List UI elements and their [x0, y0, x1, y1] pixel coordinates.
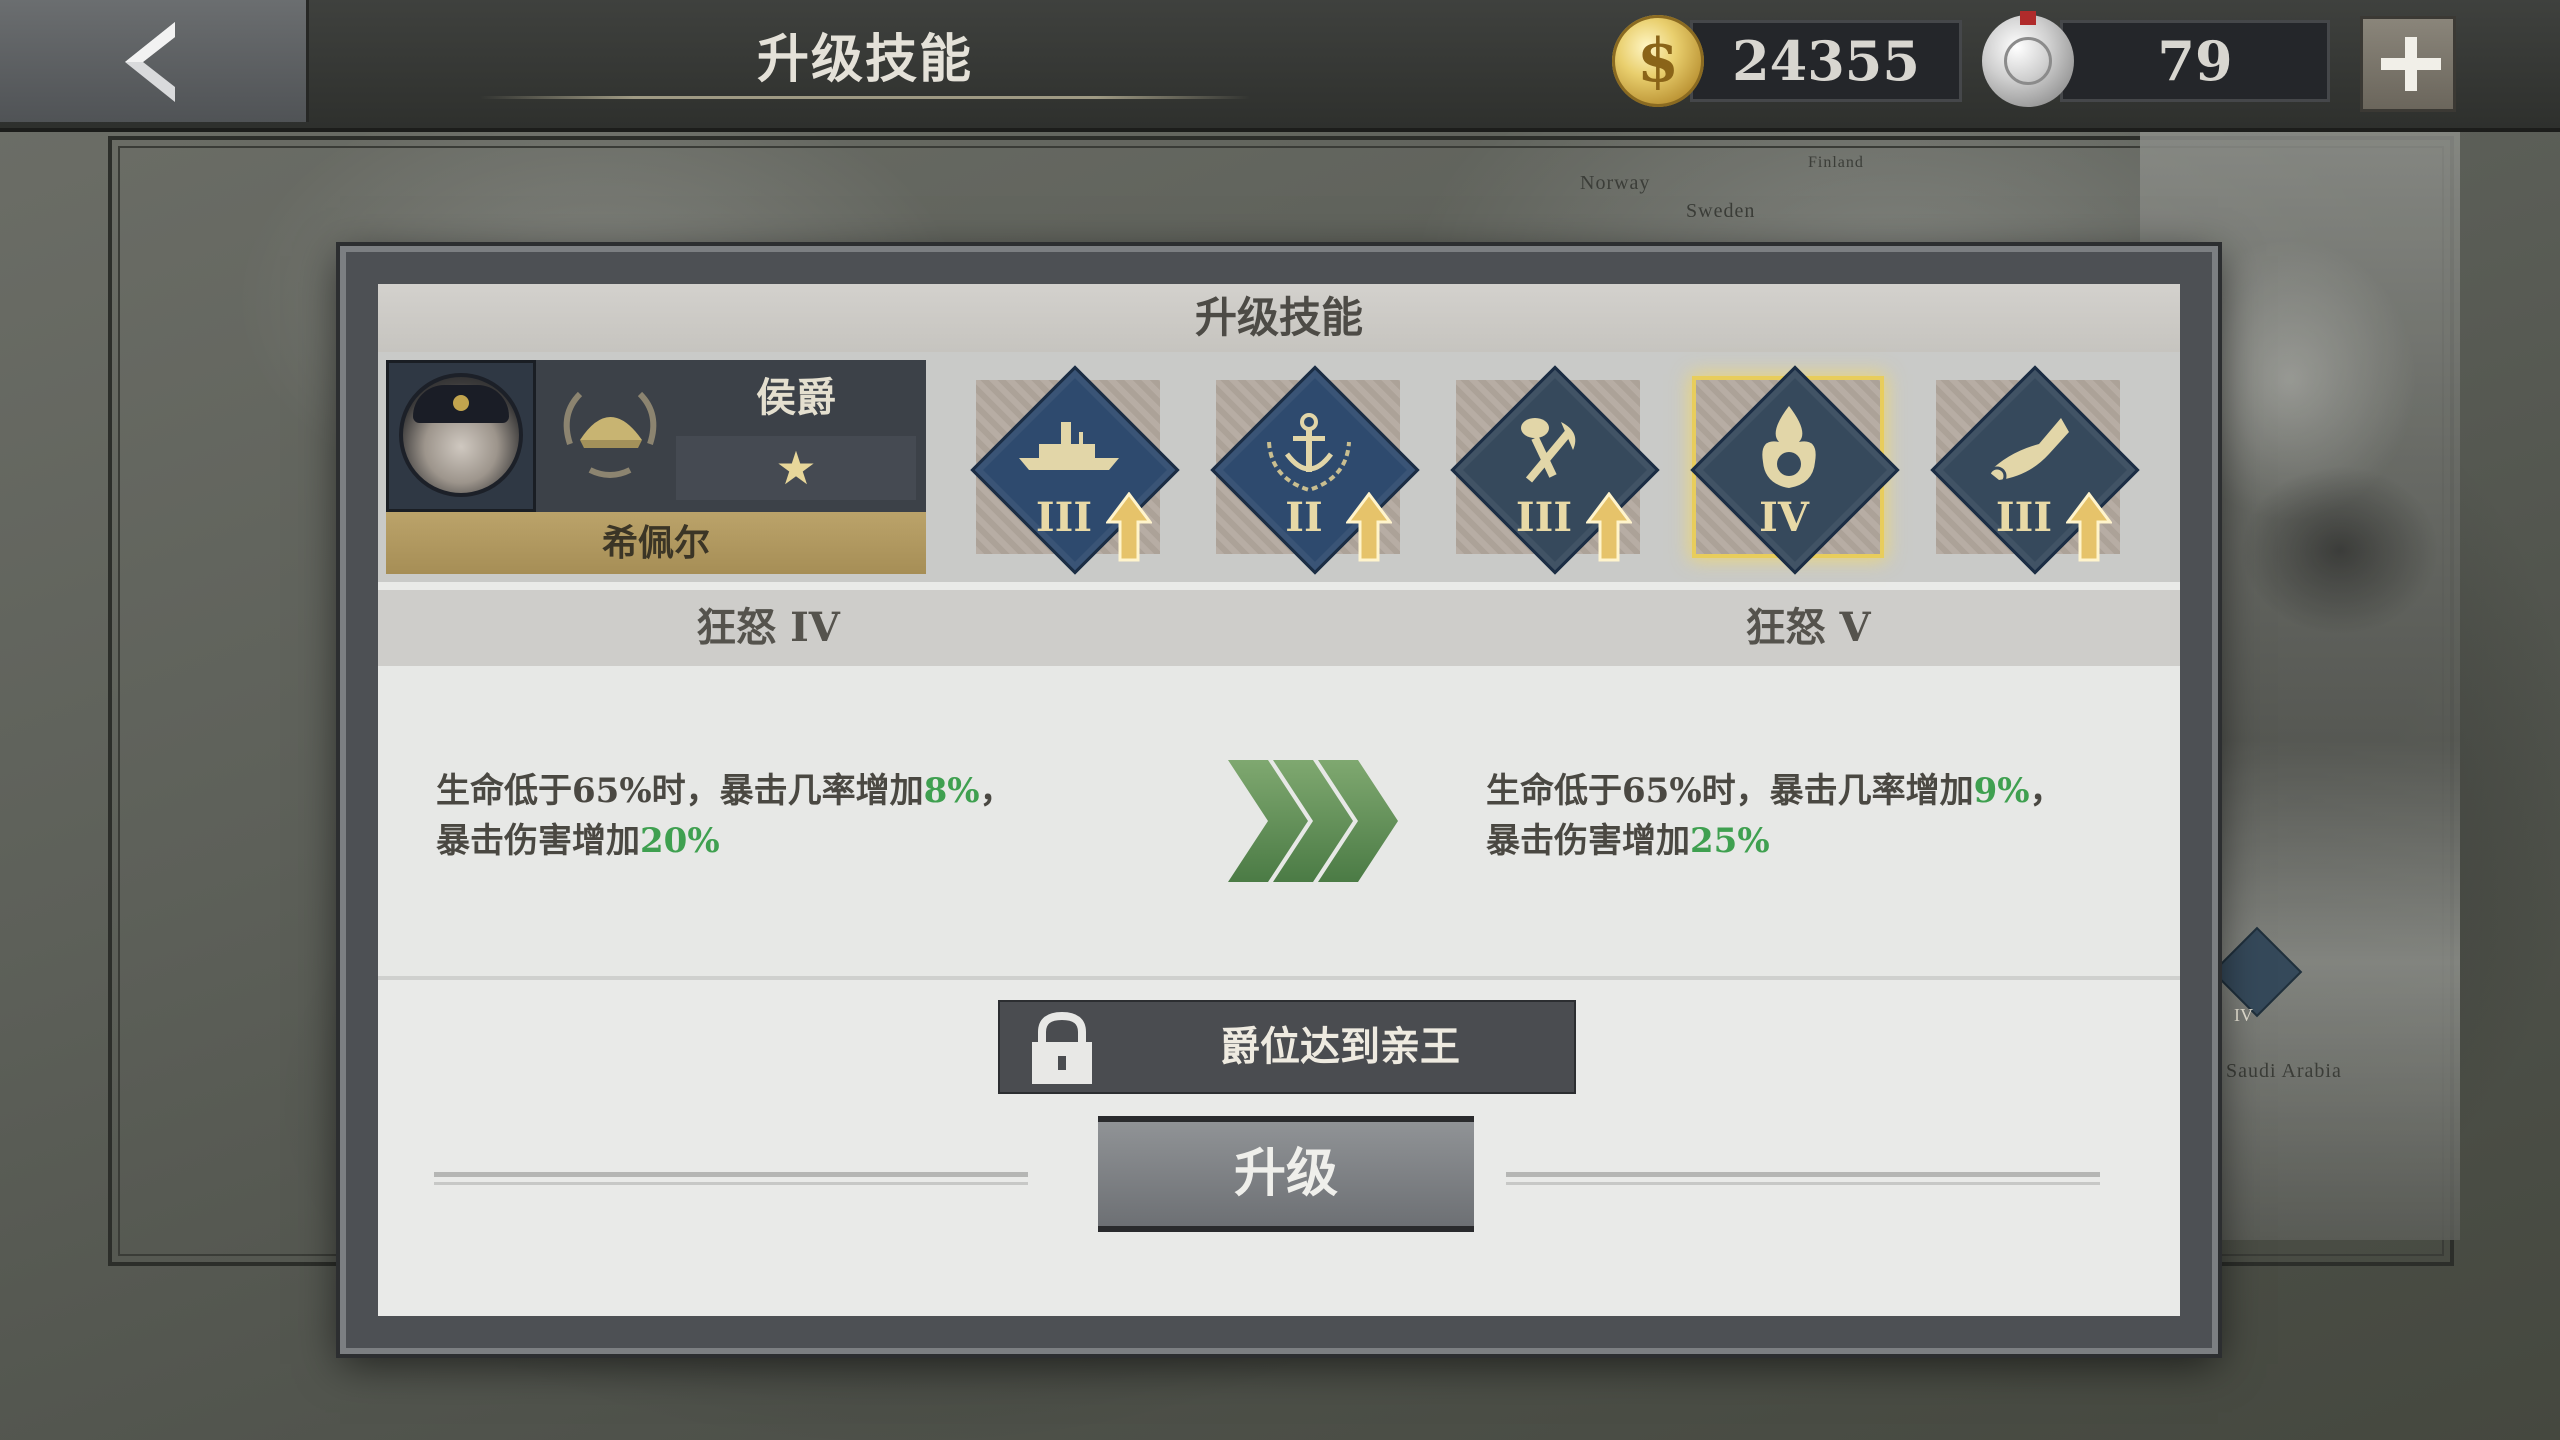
- next-skill-name: 狂怒 V: [1745, 604, 1871, 651]
- upgrade-button[interactable]: 升级: [1098, 1116, 1474, 1232]
- skill-compare-header: 狂怒 IV 狂怒 V: [378, 590, 2180, 666]
- skill-level: IV: [1759, 494, 1809, 541]
- top-bar: 升级技能 24355 $ 79: [0, 0, 2560, 132]
- decorative-line-right: [1506, 1168, 2100, 1190]
- hero-portrait: [386, 360, 536, 512]
- upgrade-skill-dialog: 升级技能 侯爵 ★ 希佩尔 III II III IV III 狂怒 IV 狂怒…: [340, 246, 2218, 1354]
- requirement-text: 爵位达到亲王: [1220, 1023, 1460, 1070]
- current-desc-text-2: 暴击伤害增加: [436, 821, 640, 861]
- battleship-icon: [1019, 422, 1119, 470]
- map-unit-badge-level: IV: [2234, 1005, 2253, 1025]
- page-title: 升级技能: [756, 29, 973, 90]
- medal-counter: 79: [2060, 20, 2330, 102]
- decorative-line-left: [434, 1168, 1028, 1190]
- skill-slot-battleship[interactable]: III: [954, 352, 1184, 582]
- hero-rank-title: 侯爵: [756, 374, 836, 421]
- map-label-finland: Finland: [1808, 154, 1864, 171]
- lock-icon: [1032, 1011, 1092, 1084]
- add-currency-button[interactable]: [2360, 16, 2456, 112]
- upgrade-arrow-icon: [2066, 492, 2112, 562]
- skill-slot-anchor[interactable]: II: [1194, 352, 1424, 582]
- gold-coin-icon: $: [1612, 15, 1704, 107]
- dialog-content: 升级技能 侯爵 ★ 希佩尔 III II III IV III 狂怒 IV 狂怒…: [378, 284, 2180, 1316]
- map-label-sweden: Sweden: [1686, 200, 1756, 222]
- skill-slot-fury-selected[interactable]: IV: [1674, 352, 1904, 582]
- bugle-icon: [1987, 418, 2069, 486]
- current-skill-name: 狂怒 IV: [696, 604, 840, 651]
- anchor-icon: [1267, 413, 1351, 493]
- current-desc-punct: ，: [979, 771, 1014, 811]
- skill-level: III: [1035, 494, 1093, 541]
- hero-star-rating: ★: [676, 436, 916, 500]
- hero-card: 侯爵 ★ 希佩尔: [386, 360, 926, 582]
- back-arrow-icon: [125, 22, 175, 102]
- upgrade-arrow-icon: [1106, 492, 1152, 562]
- fury-icon: [1762, 406, 1816, 488]
- skill-compare-body: 生命低于65%时，暴击几率增加8%， 暴击伤害增加20% 生命低于65%时，暴击…: [378, 666, 2180, 980]
- map-label-norway: Norway: [1580, 172, 1651, 194]
- current-skill-description: 生命低于65%时，暴击几率增加8%， 暴击伤害增加20%: [436, 766, 1076, 866]
- skill-level: II: [1285, 494, 1323, 541]
- gold-counter: 24355: [1690, 20, 1962, 102]
- upgrade-chevrons-icon: [1228, 760, 1398, 882]
- dialog-title: 升级技能: [378, 284, 2180, 352]
- medal-icon: [1982, 11, 2074, 107]
- next-crit-chance: 9%: [1973, 771, 2030, 811]
- skill-level: III: [1515, 494, 1573, 541]
- back-button[interactable]: [0, 0, 309, 122]
- skill-slot-repair[interactable]: III: [1434, 352, 1664, 582]
- skill-slot-bugle[interactable]: III: [1914, 352, 2144, 582]
- skill-level: III: [1995, 494, 2053, 541]
- next-desc-text-2: 暴击伤害增加: [1486, 821, 1690, 861]
- upgrade-actions: 爵位达到亲王 升级: [378, 980, 2180, 1316]
- current-crit-damage: 20%: [640, 821, 720, 861]
- skills-row: 侯爵 ★ 希佩尔 III II III IV III: [378, 352, 2180, 582]
- next-desc-text: 生命低于65%时，暴击几率增加: [1486, 771, 1974, 811]
- upgrade-arrow-icon: [1346, 492, 1392, 562]
- requirement-bar: 爵位达到亲王: [998, 1000, 1576, 1094]
- next-desc-punct: ，: [2029, 771, 2064, 811]
- repair-icon: [1521, 418, 1576, 483]
- upgrade-arrow-icon: [1586, 492, 1632, 562]
- hero-rank-panel: 侯爵 ★: [536, 360, 926, 512]
- title-underline: [480, 96, 1250, 99]
- current-crit-chance: 8%: [923, 771, 980, 811]
- map-label-saudi-arabia: Saudi Arabia: [2226, 1060, 2342, 1082]
- hero-name: 希佩尔: [386, 512, 926, 574]
- next-crit-damage: 25%: [1690, 821, 1770, 861]
- rank-emblem-icon: [563, 391, 657, 478]
- current-desc-text: 生命低于65%时，暴击几率增加: [436, 771, 924, 811]
- next-skill-description: 生命低于65%时，暴击几率增加9%， 暴击伤害增加25%: [1486, 766, 2126, 866]
